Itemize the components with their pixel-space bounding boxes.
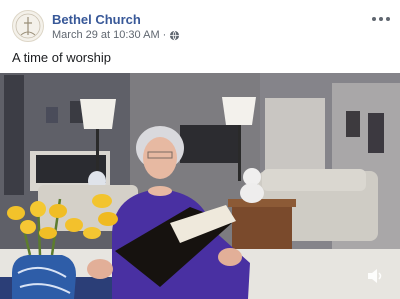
post-header: Bethel Church March 29 at 10:30 AM · <box>0 0 400 46</box>
dot-icon <box>386 17 390 21</box>
page-avatar[interactable] <box>12 10 44 42</box>
volume-button[interactable] <box>364 265 386 287</box>
church-logo-icon <box>15 13 41 39</box>
video-player[interactable] <box>0 73 400 299</box>
post-caption: A time of worship <box>12 50 111 65</box>
more-options-button[interactable] <box>372 14 390 24</box>
dot-icon <box>379 17 383 21</box>
post-meta: March 29 at 10:30 AM · <box>52 29 180 41</box>
page-name-link[interactable]: Bethel Church <box>52 12 141 27</box>
meta-separator: · <box>162 29 167 41</box>
globe-icon <box>170 30 180 40</box>
volume-icon <box>368 269 382 283</box>
video-frame <box>0 73 400 299</box>
dot-icon <box>372 17 376 21</box>
post-timestamp[interactable]: March 29 at 10:30 AM <box>52 29 160 41</box>
